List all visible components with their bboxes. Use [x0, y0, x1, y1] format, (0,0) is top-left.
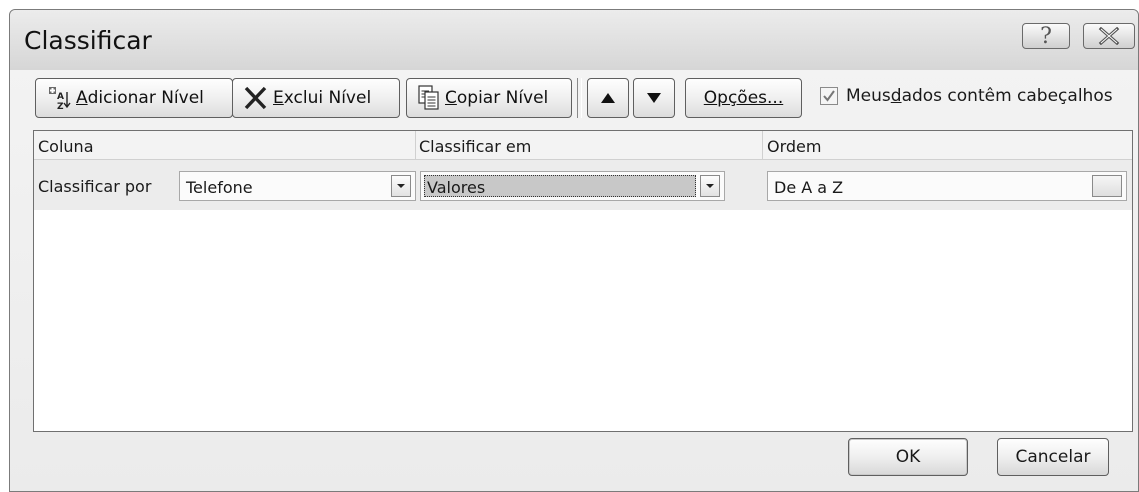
delete-level-button[interactable]: Exclui Nível	[232, 78, 400, 118]
help-button[interactable]: ?	[1022, 23, 1070, 49]
header-sort-on: Classificar em	[419, 137, 532, 156]
order-dropdown-button[interactable]	[1092, 175, 1122, 197]
toolbar: A Z Adicionar Nível Exclui Nível C opiar…	[10, 78, 1138, 122]
header-divider	[415, 131, 416, 159]
column-select[interactable]: Telefone	[179, 171, 416, 201]
options-mnemonic: O	[703, 88, 718, 108]
row-label: Classificar por	[38, 177, 152, 196]
order-select[interactable]: De A a Z	[767, 171, 1127, 201]
title-bar[interactable]: Classificar ?	[10, 10, 1138, 70]
chevron-down-icon[interactable]	[391, 175, 411, 197]
cancel-label: Cancelar	[1015, 447, 1091, 467]
delete-level-label: xclui Nível	[283, 88, 372, 108]
grid-header: Coluna Classificar em Ordem	[34, 131, 1132, 160]
copy-level-label: opiar Nível	[456, 88, 549, 108]
options-label: pções...	[717, 88, 784, 108]
add-level-mnemonic: A	[76, 88, 88, 108]
header-divider	[762, 131, 763, 159]
svg-text:Z: Z	[57, 102, 64, 110]
copy-pages-icon	[417, 85, 441, 111]
triangle-down-icon	[647, 93, 661, 103]
header-order: Ordem	[767, 137, 822, 156]
triangle-up-icon	[601, 93, 615, 103]
sort-on-select-value: Valores	[427, 178, 486, 197]
chevron-down-icon[interactable]	[700, 175, 720, 197]
toolbar-separator	[577, 78, 582, 118]
headers-checkbox-label-before: Meus	[846, 86, 891, 106]
ok-button[interactable]: OK	[848, 438, 968, 476]
dialog-title: Classificar	[24, 26, 152, 55]
sort-dialog: Classificar ? A Z Adicionar Nível E xclu…	[9, 9, 1139, 492]
svg-text:A: A	[57, 92, 64, 102]
checkmark-icon	[823, 90, 835, 102]
column-select-value: Telefone	[186, 178, 253, 197]
sort-level-row[interactable]: Classificar por Telefone Valores De A a …	[34, 160, 1132, 210]
order-select-value: De A a Z	[774, 178, 844, 197]
header-column: Coluna	[38, 137, 94, 156]
add-level-label: dicionar Nível	[87, 88, 204, 108]
close-button[interactable]	[1083, 23, 1135, 49]
headers-checkbox-label-after: ados contêm cabeçalhos	[901, 86, 1113, 106]
options-button[interactable]: Opções...	[685, 78, 802, 118]
add-sort-level-icon: A Z	[46, 86, 72, 110]
ok-label: OK	[895, 447, 921, 467]
headers-checkbox[interactable]	[820, 87, 838, 105]
move-down-button[interactable]	[633, 78, 675, 118]
copy-level-button[interactable]: Copiar Nível	[406, 78, 572, 118]
close-icon	[1098, 27, 1120, 45]
delete-level-mnemonic: E	[273, 88, 284, 108]
sort-on-select[interactable]: Valores	[420, 171, 725, 201]
copy-level-mnemonic: C	[445, 88, 457, 108]
delete-x-icon	[243, 86, 269, 110]
sort-levels-grid: Coluna Classificar em Ordem Classificar …	[33, 130, 1133, 432]
headers-checkbox-row[interactable]: Meus d ados contêm cabeçalhos	[820, 86, 1113, 106]
headers-checkbox-mnemonic: d	[890, 86, 902, 106]
cancel-button[interactable]: Cancelar	[997, 438, 1109, 476]
move-up-button[interactable]	[587, 78, 629, 118]
help-icon: ?	[1040, 23, 1052, 49]
add-level-button[interactable]: A Z Adicionar Nível	[35, 78, 233, 118]
